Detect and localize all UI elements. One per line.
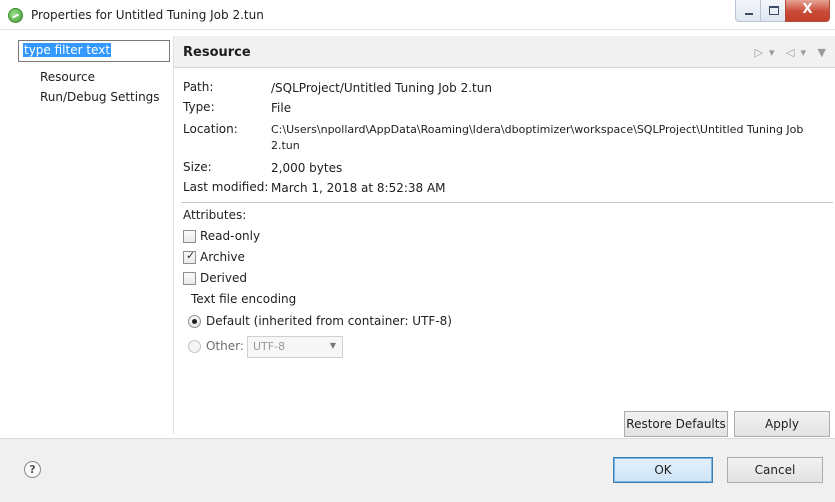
dialog-button-bar: ? OK Cancel (0, 439, 835, 502)
dropdown-icon[interactable]: ▾ (801, 46, 809, 59)
checkbox-checked-icon[interactable]: ✓ (183, 249, 196, 264)
filter-placeholder-text: type filter text (23, 43, 112, 57)
minimize-button[interactable] (735, 0, 761, 22)
title-bar: Properties for Untitled Tuning Job 2.tun… (0, 0, 835, 30)
dropdown-icon[interactable]: ▾ (769, 46, 777, 59)
page-header: Resource ▷ ▾ ◁ ▾ ▼ (174, 36, 835, 68)
attributes-label: Attributes: (183, 208, 247, 222)
view-menu-icon[interactable]: ▼ (818, 46, 828, 59)
close-icon: X (802, 2, 813, 17)
restore-defaults-button[interactable]: Restore Defaults (624, 411, 728, 437)
derived-label: Derived (200, 271, 247, 285)
path-label: Path: (183, 80, 214, 94)
type-label: Type: (183, 100, 215, 114)
checkbox-unchecked-icon[interactable] (183, 230, 196, 243)
page-title: Resource (183, 45, 251, 60)
last-modified-label: Last modified: (183, 180, 269, 194)
text-file-encoding-label: Text file encoding (191, 292, 297, 306)
tree-item-resource[interactable]: Resource (40, 70, 95, 84)
radio-selected-icon[interactable] (188, 315, 201, 328)
path-value: /SQLProject/Untitled Tuning Job 2.tun (271, 81, 492, 95)
location-label: Location: (183, 122, 238, 136)
other-encoding-select[interactable]: UTF-8 ▼ (247, 336, 343, 358)
filter-tree-panel: type filter text Resource Run/Debug Sett… (10, 36, 170, 434)
last-modified-value: March 1, 2018 at 8:52:38 AM (271, 181, 446, 195)
check-mark-icon: ✓ (186, 249, 196, 262)
window-title: Properties for Untitled Tuning Job 2.tun (31, 8, 264, 22)
chevron-down-icon: ▼ (329, 341, 336, 350)
checkbox-unchecked-icon[interactable] (183, 272, 196, 285)
section-divider (181, 202, 833, 203)
size-value: 2,000 bytes (271, 161, 343, 175)
app-logo-icon (8, 8, 23, 23)
radio-unselected-icon[interactable] (188, 340, 201, 353)
forward-arrow-icon[interactable]: ◁ (786, 46, 796, 59)
maximize-icon (769, 6, 779, 15)
apply-button[interactable]: Apply (734, 411, 830, 437)
maximize-button[interactable] (760, 0, 786, 22)
read-only-label: Read-only (200, 229, 261, 243)
minimize-icon (745, 13, 753, 15)
archive-label: Archive (200, 250, 245, 264)
close-button[interactable]: X (785, 0, 830, 22)
filter-input[interactable]: type filter text (18, 40, 170, 62)
default-encoding-label: Default (inherited from container: UTF-8… (206, 314, 452, 328)
help-icon[interactable]: ? (24, 461, 41, 478)
size-label: Size: (183, 160, 212, 174)
tree-item-run-debug-settings[interactable]: Run/Debug Settings (40, 90, 160, 104)
type-value: File (271, 101, 292, 115)
ok-button[interactable]: OK (613, 457, 713, 483)
back-arrow-icon[interactable]: ▷ (755, 46, 765, 59)
location-value: C:\Users\npollard\AppData\Roaming\Idera\… (271, 123, 804, 152)
other-encoding-label: Other: (206, 339, 244, 353)
page-nav-icons: ▷ ▾ ◁ ▾ ▼ (751, 46, 828, 59)
property-page: Resource ▷ ▾ ◁ ▾ ▼ Path: /SQLProject/Untit… (173, 36, 835, 437)
other-encoding-value: UTF-8 (253, 340, 286, 353)
cancel-button[interactable]: Cancel (727, 457, 823, 483)
